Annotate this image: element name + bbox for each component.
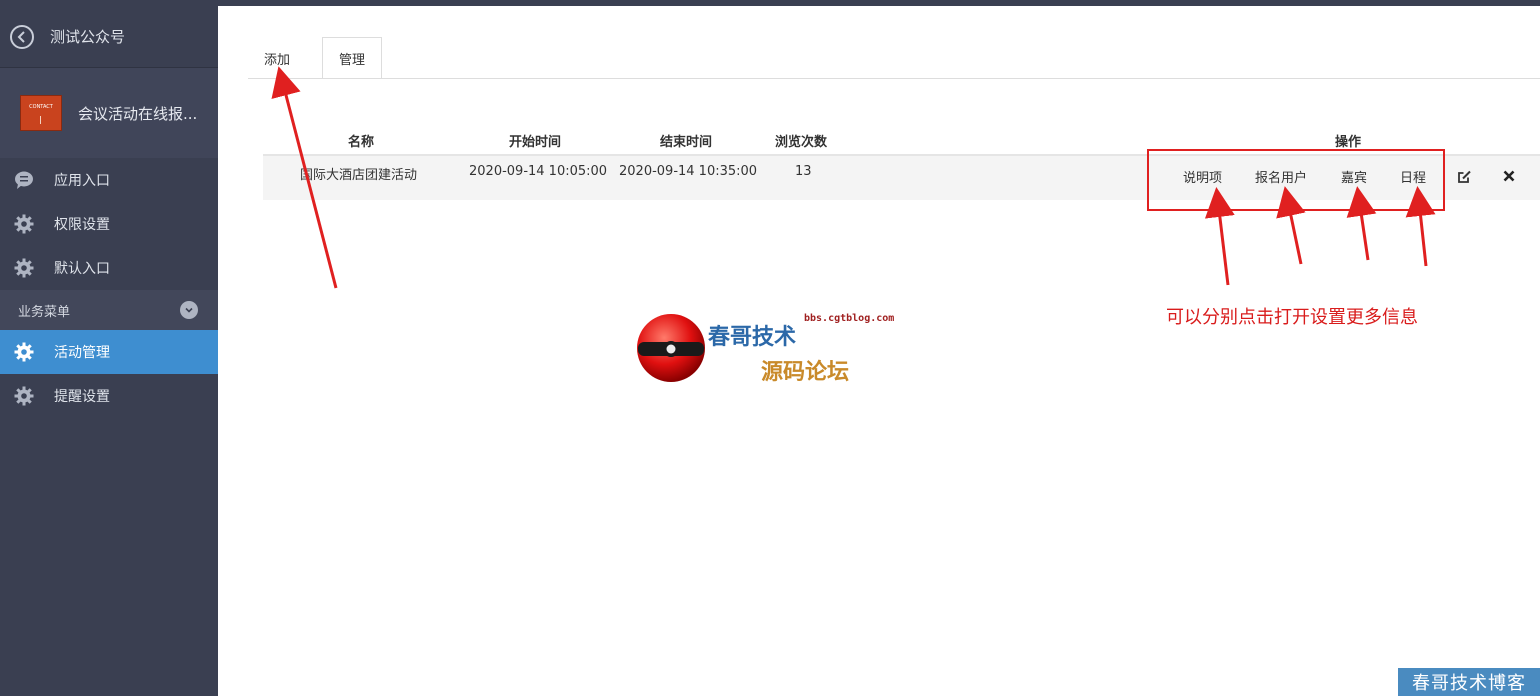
corner-watermark: 春哥技术博客 <box>1398 668 1540 696</box>
annotation-arrows <box>271 66 1436 289</box>
